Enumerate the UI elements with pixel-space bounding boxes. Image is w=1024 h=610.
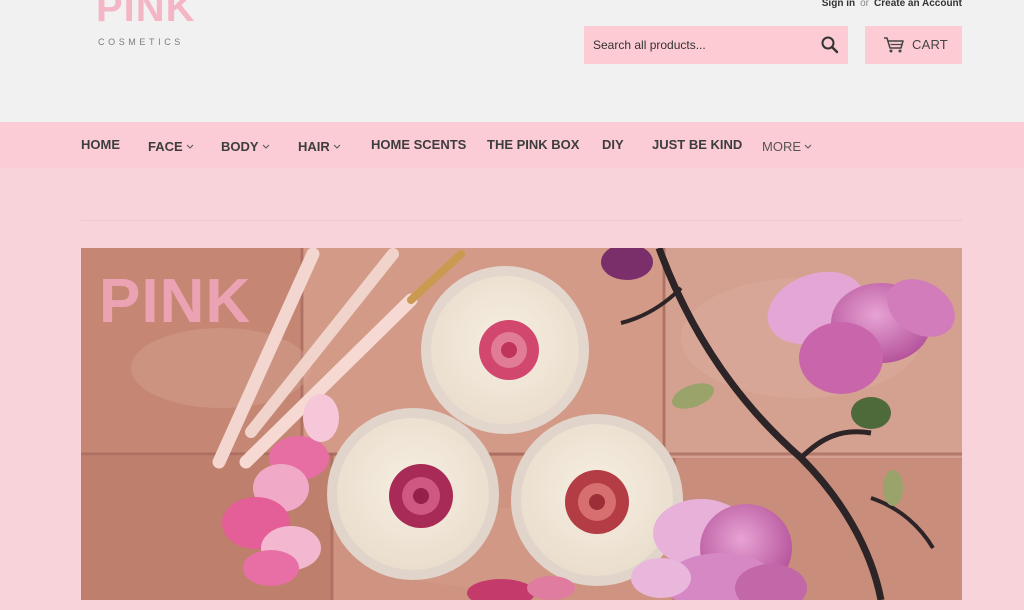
site-logo[interactable]: PINK COSMETICS bbox=[96, 0, 200, 50]
cart-label: CART bbox=[912, 37, 948, 52]
chevron-down-icon bbox=[804, 137, 812, 152]
logo-subtext: COSMETICS bbox=[98, 37, 184, 47]
nav-item-label: HOME SCENTS bbox=[371, 137, 467, 152]
cart-icon bbox=[883, 36, 905, 54]
nav-item-home-scents[interactable]: HOME SCENTS bbox=[371, 137, 466, 152]
section-divider bbox=[81, 220, 962, 221]
nav-item-label: HAIR bbox=[298, 139, 330, 154]
nav-item-label: DIY bbox=[602, 137, 624, 152]
cream-jar-top bbox=[421, 266, 589, 434]
sign-in-link[interactable]: Sign in bbox=[822, 0, 855, 9]
search-bar bbox=[584, 26, 848, 64]
header: PINK COSMETICS Sign in or Create an Accoun… bbox=[0, 0, 1024, 122]
nav-item-label: THE PINK BOX bbox=[487, 137, 580, 152]
account-separator: or bbox=[860, 0, 870, 9]
nav-item-label: HOME bbox=[81, 137, 120, 152]
nav-item-diy[interactable]: DIY bbox=[602, 137, 624, 152]
nav-item-label: MORE bbox=[762, 139, 801, 154]
nav-item-hair[interactable]: HAIR bbox=[298, 137, 341, 154]
search-icon[interactable] bbox=[820, 35, 840, 55]
logo-text: PINK bbox=[96, 0, 196, 30]
hero-watermark: PINK bbox=[99, 267, 251, 336]
chevron-down-icon bbox=[262, 137, 270, 152]
nav-item-body[interactable]: BODY bbox=[221, 137, 270, 154]
chevron-down-icon bbox=[186, 137, 194, 152]
nav-item-face[interactable]: FACE bbox=[148, 137, 194, 154]
main-nav: HOME FACE BODY HAIR HOME SCENTS THE PINK… bbox=[0, 122, 1024, 168]
create-account-link[interactable]: Create an Account bbox=[874, 0, 962, 9]
nav-item-more[interactable]: MORE bbox=[762, 137, 812, 154]
nav-item-just-be-kind[interactable]: JUST BE KIND bbox=[652, 137, 742, 152]
cream-jar-bottom-left bbox=[327, 408, 499, 580]
search-input[interactable] bbox=[584, 26, 804, 64]
nav-item-the-pink-box[interactable]: THE PINK BOX bbox=[487, 137, 579, 152]
nav-item-label: JUST BE KIND bbox=[652, 137, 743, 152]
nav-item-home[interactable]: HOME bbox=[81, 137, 120, 152]
cart-button[interactable]: CART bbox=[865, 26, 962, 64]
nav-item-label: FACE bbox=[148, 139, 183, 154]
account-links: Sign in or Create an Account bbox=[822, 0, 962, 9]
chevron-down-icon bbox=[333, 137, 341, 152]
hero-banner[interactable]: PINK bbox=[81, 248, 962, 600]
hero-image: PINK bbox=[81, 248, 962, 600]
nav-item-label: BODY bbox=[221, 139, 259, 154]
